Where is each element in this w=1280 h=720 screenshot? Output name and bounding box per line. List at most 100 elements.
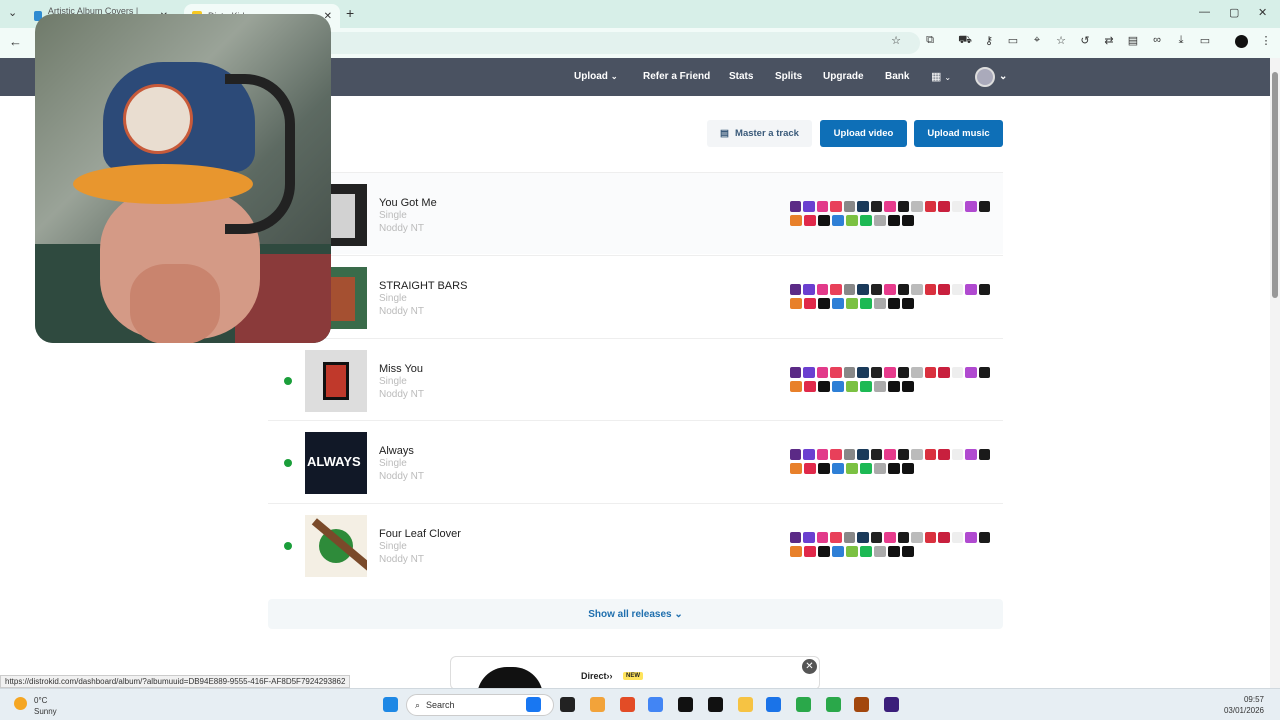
page-icon[interactable]: ▤ (1126, 34, 1140, 47)
clock[interactable]: 09:57 03/01/2026 (1224, 694, 1264, 716)
store-logo-icon (924, 532, 937, 543)
maximize-icon[interactable]: ▢ (1229, 6, 1239, 19)
nav-bank[interactable]: Bank (885, 71, 909, 82)
store-logo-icon (832, 463, 844, 474)
nav-upload[interactable]: Upload ⌄ (574, 71, 618, 82)
user-avatar[interactable] (975, 67, 995, 87)
bookmark-icon[interactable]: ☆ (1054, 34, 1068, 47)
apps-grid-icon[interactable]: ▦ ⌄ (931, 70, 951, 83)
translate-icon[interactable]: ⇄ (1102, 34, 1116, 47)
release-type: Single (379, 293, 407, 304)
promo-banner[interactable]: Direct›› NEW (450, 656, 820, 690)
release-title[interactable]: STRAIGHT BARS (379, 280, 467, 292)
release-title[interactable]: Miss You (379, 363, 423, 375)
store-logo-icon (870, 284, 883, 295)
store-logo-icon (897, 284, 910, 295)
store-logo-icon (790, 532, 802, 543)
history-icon[interactable]: ↺ (1078, 34, 1092, 47)
taskbar-app-icon[interactable] (590, 697, 605, 712)
cast-icon[interactable]: ▭ (1198, 34, 1212, 47)
taskbar-app-icon[interactable] (678, 697, 693, 712)
store-logo-icon (978, 532, 991, 543)
store-logo-icon (843, 449, 856, 460)
taskbar-app-icon[interactable] (620, 697, 635, 712)
store-logo-icon (938, 201, 950, 212)
taskbar-app-icon[interactable] (854, 697, 869, 712)
headphones (225, 74, 295, 234)
release-row[interactable]: ALWAYS Always Single Noddy NT (268, 420, 1003, 502)
master-track-button[interactable]: ▤ Master a track (707, 120, 812, 147)
store-logo-icon (924, 449, 937, 460)
store-logo-icon (803, 532, 815, 543)
release-title[interactable]: You Got Me (379, 197, 437, 209)
taskbar-app-icon[interactable] (766, 697, 781, 712)
store-logo-icon (816, 284, 829, 295)
taskbar-app-icon[interactable] (738, 697, 753, 712)
store-logo-icon (924, 201, 937, 212)
scrollbar-thumb[interactable] (1272, 72, 1278, 298)
store-logo-icon (884, 532, 896, 543)
link-icon[interactable]: ∞ (1150, 34, 1164, 46)
release-cover[interactable] (305, 350, 367, 412)
back-arrow-icon[interactable]: ← (9, 34, 22, 49)
store-icons (790, 367, 991, 395)
profile-icon[interactable] (1235, 35, 1248, 48)
key-icon[interactable]: ⚷ (982, 34, 996, 47)
taskbar-app-icon[interactable] (884, 697, 899, 712)
store-logo-icon (843, 367, 856, 378)
release-row[interactable]: STRAIGHT BARS Single Noddy NT (268, 255, 1003, 337)
download-icon[interactable]: ⤓ (1174, 34, 1188, 47)
store-logo-icon (888, 463, 900, 474)
upload-video-button[interactable]: Upload video (820, 120, 907, 147)
address-bar[interactable] (300, 32, 920, 54)
store-logo-icon (790, 215, 802, 226)
release-row[interactable]: Four Leaf Clover Single Noddy NT (268, 503, 1003, 585)
star-icon[interactable]: ☆ (889, 34, 903, 47)
new-tab-button[interactable]: + (346, 5, 354, 21)
store-icons (790, 201, 991, 229)
store-logo-icon (804, 463, 816, 474)
minimize-icon[interactable]: — (1199, 6, 1210, 18)
release-type: Single (379, 210, 407, 221)
windows-start-icon[interactable] (383, 697, 398, 712)
tab-search-chevron-icon[interactable]: ⌄ (8, 6, 17, 19)
avatar-chevron-down-icon[interactable]: ⌄ (999, 71, 1007, 82)
card-icon[interactable]: ▭ (1006, 34, 1020, 47)
show-all-releases-button[interactable]: Show all releases ⌄ (268, 599, 1003, 629)
close-window-icon[interactable]: ✕ (1258, 6, 1267, 19)
store-logo-icon (870, 449, 883, 460)
store-logo-icon (911, 367, 923, 378)
release-cover[interactable]: ALWAYS (305, 432, 367, 494)
nav-stats[interactable]: Stats (729, 71, 753, 82)
taskbar-app-icon[interactable] (708, 697, 723, 712)
menu-icon[interactable]: ⋮ (1259, 34, 1273, 47)
live-status-dot (284, 459, 292, 467)
release-title[interactable]: Always (379, 445, 414, 457)
store-logo-icon (888, 298, 900, 309)
store-logo-icon (902, 298, 914, 309)
taskbar-app-icon[interactable] (826, 697, 841, 712)
extensions-icon[interactable]: ⧉ (923, 34, 937, 47)
store-logo-icon (874, 215, 886, 226)
taskbar-app-icon[interactable] (560, 697, 575, 712)
nav-upgrade[interactable]: Upgrade (823, 71, 864, 82)
release-row[interactable]: Miss You Single Noddy NT (268, 338, 1003, 420)
car-icon[interactable]: ⛟ (958, 34, 972, 48)
store-logo-icon (911, 201, 923, 212)
store-logo-icon (951, 284, 964, 295)
location-icon[interactable]: ⌖ (1030, 34, 1044, 47)
taskbar-app-icon[interactable] (648, 697, 663, 712)
windows-taskbar: 0°C Sunny ⌕ Search 09:57 03/01/2026 (0, 688, 1280, 720)
release-row[interactable]: You Got Me Single Noddy NT (268, 172, 1003, 254)
promo-close-icon[interactable]: ✕ (802, 659, 817, 674)
release-cover[interactable] (305, 515, 367, 577)
weather-widget[interactable]: 0°C Sunny (14, 695, 57, 717)
upload-music-button[interactable]: Upload music (914, 120, 1003, 147)
store-logo-icon (818, 463, 830, 474)
store-logo-icon (790, 381, 802, 392)
nav-splits[interactable]: Splits (775, 71, 802, 82)
nav-refer-a-friend[interactable]: Refer a Friend (643, 71, 710, 82)
taskbar-app-icon[interactable] (526, 697, 541, 712)
taskbar-app-icon[interactable] (796, 697, 811, 712)
release-title[interactable]: Four Leaf Clover (379, 528, 461, 540)
